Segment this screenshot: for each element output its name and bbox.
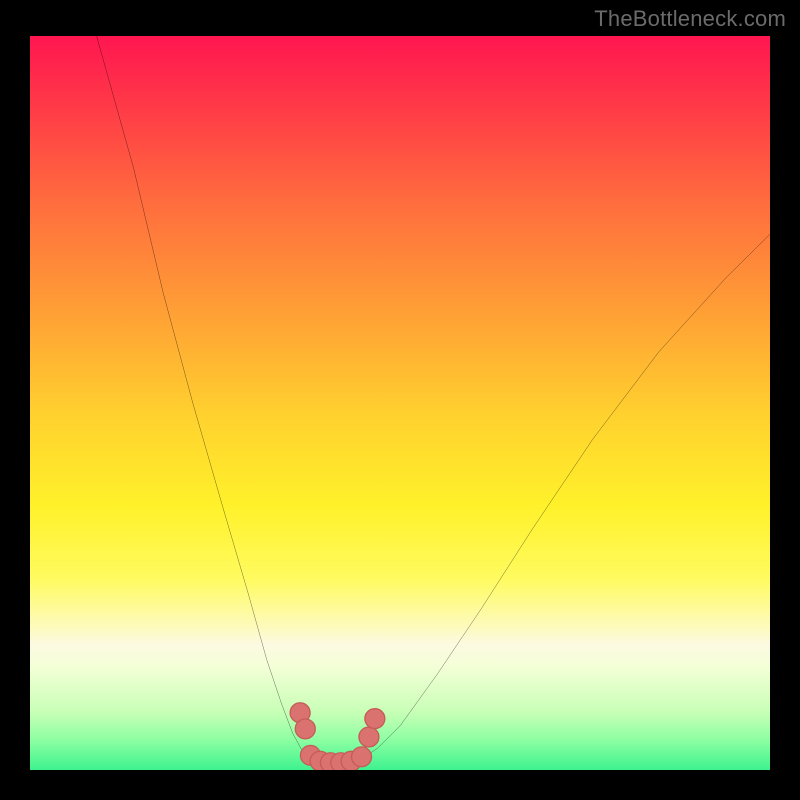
curve-marker	[359, 727, 379, 747]
curve-markers-group	[290, 703, 385, 770]
plot-area	[30, 36, 770, 770]
curve-layer	[30, 36, 770, 770]
curve-marker	[295, 719, 315, 739]
curve-marker	[352, 747, 372, 767]
bottleneck-curve-path	[97, 36, 770, 763]
watermark-text: TheBottleneck.com	[594, 6, 786, 32]
chart-frame: TheBottleneck.com	[0, 0, 800, 800]
curve-marker	[365, 709, 385, 729]
